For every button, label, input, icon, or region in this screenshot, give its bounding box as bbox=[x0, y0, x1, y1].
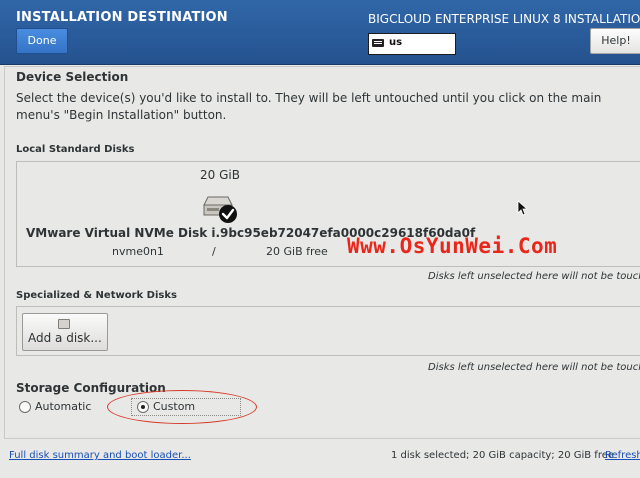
mouse-cursor-icon bbox=[517, 200, 527, 216]
local-disks-note: Disks left unselected here will not be t… bbox=[428, 271, 640, 282]
done-button[interactable]: Done bbox=[16, 28, 68, 54]
add-disk-label: Add a disk... bbox=[28, 331, 102, 345]
specialized-disks-note: Disks left unselected here will not be t… bbox=[428, 362, 640, 373]
custom-radio[interactable] bbox=[137, 401, 149, 413]
custom-radio-label[interactable]: Custom bbox=[153, 400, 195, 413]
product-name: BIGCLOUD ENTERPRISE LINUX 8 INSTALLATION bbox=[368, 12, 640, 26]
disk-free-space: 20 GiB free bbox=[266, 245, 328, 258]
check-icon bbox=[219, 205, 237, 223]
disk-size: 20 GiB bbox=[200, 168, 240, 182]
watermark-text: Www.OsYunWei.Com bbox=[347, 234, 558, 258]
local-disks-title: Local Standard Disks bbox=[16, 144, 135, 155]
keyboard-icon bbox=[372, 39, 384, 47]
add-disk-icon bbox=[58, 319, 70, 329]
specialized-disks-panel bbox=[16, 306, 640, 356]
refresh-link[interactable]: Refresh... bbox=[605, 450, 640, 461]
footer-divider bbox=[4, 438, 640, 439]
specialized-disks-title: Specialized & Network Disks bbox=[16, 290, 177, 301]
help-button[interactable]: Help! bbox=[590, 28, 640, 54]
device-selection-title: Device Selection bbox=[16, 70, 129, 84]
disk-status-summary: 1 disk selected; 20 GiB capacity; 20 GiB… bbox=[391, 450, 615, 461]
disk-summary-link[interactable]: Full disk summary and boot loader... bbox=[9, 450, 191, 461]
page-title: INSTALLATION DESTINATION bbox=[16, 10, 228, 25]
automatic-radio-label[interactable]: Automatic bbox=[35, 400, 91, 413]
hard-disk-icon bbox=[203, 196, 237, 223]
device-selection-description: Select the device(s) you'd like to insta… bbox=[16, 91, 602, 122]
disk-mount: / bbox=[212, 245, 216, 258]
top-header: INSTALLATION DESTINATION Done BIGCLOUD E… bbox=[0, 0, 640, 65]
disk-device: nvme0n1 bbox=[112, 245, 164, 258]
automatic-radio[interactable] bbox=[19, 401, 31, 413]
keyboard-layout-indicator[interactable]: us bbox=[368, 33, 456, 55]
keyboard-layout-label: us bbox=[389, 37, 403, 48]
